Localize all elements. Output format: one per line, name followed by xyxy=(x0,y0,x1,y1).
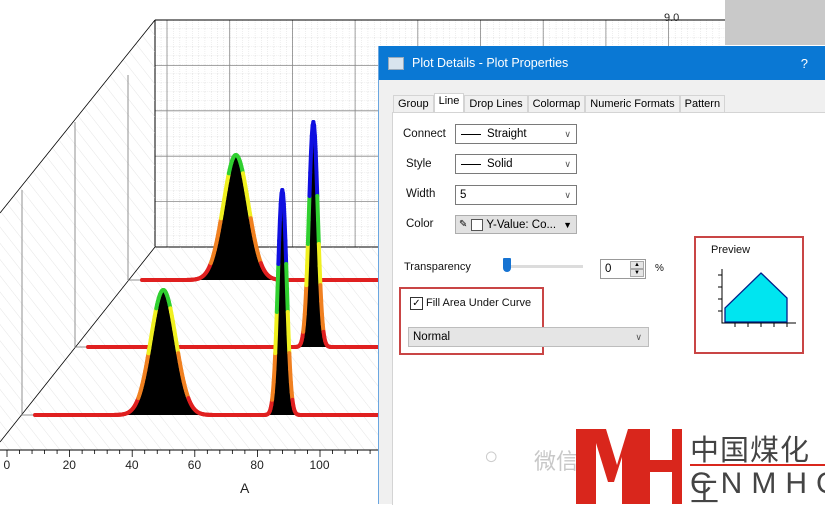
width-value: 5 xyxy=(460,189,466,201)
chevron-down-icon: ∨ xyxy=(564,190,571,201)
curve-segment xyxy=(317,196,318,220)
fill-area-label: Fill Area Under Curve xyxy=(426,297,531,309)
chevron-down-icon: ∨ xyxy=(564,129,571,140)
curve-segment xyxy=(285,220,286,241)
curve-segment xyxy=(284,204,285,220)
z-tick-label: 9.0 xyxy=(664,12,679,24)
transparency-slider[interactable] xyxy=(505,265,583,268)
connect-value: Straight xyxy=(487,128,527,140)
chevron-down-icon: ∨ xyxy=(635,332,642,343)
curve-segment xyxy=(306,285,307,301)
dialog-titlebar[interactable]: Plot Details - Plot Properties ? xyxy=(379,46,825,80)
curve-segment xyxy=(280,204,281,220)
curve-segment xyxy=(319,244,320,266)
curve-segment xyxy=(309,196,310,220)
width-dropdown[interactable]: 5 ∨ xyxy=(455,185,577,205)
wechat-icon: ○ xyxy=(484,443,499,471)
curve-segment xyxy=(277,288,278,312)
curve-segment xyxy=(285,241,286,264)
x-tick-label: 80 xyxy=(250,458,263,472)
brand-divider xyxy=(690,464,825,466)
curve-segment xyxy=(278,264,279,288)
window-icon xyxy=(388,57,404,70)
x-axis-title: A xyxy=(240,480,249,496)
style-value: Solid xyxy=(487,158,513,170)
color-value: Y-Value: Co... xyxy=(486,219,556,231)
x-tick-label: 100 xyxy=(310,458,330,472)
line-sample-icon xyxy=(461,134,481,135)
brand-en: CNMHG xyxy=(690,467,825,501)
transparency-value: 0 xyxy=(605,263,611,275)
curve-segment xyxy=(309,173,310,196)
transparency-slider-thumb[interactable] xyxy=(503,258,511,272)
curve-segment xyxy=(306,266,307,285)
style-dropdown[interactable]: Solid ∨ xyxy=(455,154,577,174)
x-tick-label: 0 xyxy=(4,458,11,472)
curve-segment xyxy=(287,288,288,312)
preview-label: Preview xyxy=(711,244,750,256)
x-tick-label: 40 xyxy=(125,458,138,472)
connect-dropdown[interactable]: Straight ∨ xyxy=(455,124,577,144)
preview-chart xyxy=(715,263,797,333)
width-label: Width xyxy=(406,188,435,200)
curve-segment xyxy=(275,334,276,353)
fill-mode-value: Normal xyxy=(413,331,450,343)
curve-segment xyxy=(276,312,277,334)
curve-segment xyxy=(320,266,321,285)
curve-segment xyxy=(278,241,279,264)
curve-segment xyxy=(311,136,312,152)
curve-segment xyxy=(315,136,316,152)
curve-segment xyxy=(286,264,287,288)
color-swatch xyxy=(471,219,483,231)
fill-area-checkbox[interactable]: ✓ xyxy=(410,297,423,310)
curve-segment xyxy=(307,244,308,266)
fill-mode-dropdown[interactable]: Normal ∨ xyxy=(408,327,649,347)
style-label: Style xyxy=(406,158,432,170)
x-tick-label: 20 xyxy=(63,458,76,472)
spin-up-icon[interactable]: ▲ xyxy=(630,261,644,269)
dropdown-arrow-icon: ▼ xyxy=(563,220,572,230)
watermark-logo: ○ 微信 中国煤化工 CNMHG xyxy=(572,427,825,504)
chevron-down-icon: ∨ xyxy=(564,159,571,170)
curve-segment xyxy=(308,220,309,244)
curve-segment xyxy=(320,285,321,301)
dialog-title: Plot Details - Plot Properties xyxy=(412,56,568,70)
curve-segment xyxy=(274,353,275,369)
color-label: Color xyxy=(406,218,433,230)
background-window xyxy=(725,0,825,45)
pencil-icon: ✎ xyxy=(459,219,467,230)
transparency-label: Transparency xyxy=(404,261,471,273)
help-button[interactable]: ? xyxy=(801,56,808,71)
curve-segment xyxy=(289,334,290,353)
connect-label: Connect xyxy=(403,128,446,140)
curve-segment xyxy=(310,152,311,173)
spin-down-icon[interactable]: ▼ xyxy=(630,269,644,277)
color-button[interactable]: ✎ Y-Value: Co... ▼ xyxy=(455,215,577,234)
mh-logo-icon xyxy=(572,427,682,504)
curve-segment xyxy=(316,173,317,196)
curve-segment xyxy=(318,220,319,244)
x-tick-label: 60 xyxy=(188,458,201,472)
curve-segment xyxy=(316,152,317,173)
line-sample-icon xyxy=(461,164,481,165)
curve-segment xyxy=(279,220,280,241)
curve-segment xyxy=(289,353,290,369)
curve-segment xyxy=(288,312,289,334)
percent-unit: % xyxy=(655,263,664,274)
transparency-spinbox[interactable]: 0 ▲▼ xyxy=(600,259,646,279)
